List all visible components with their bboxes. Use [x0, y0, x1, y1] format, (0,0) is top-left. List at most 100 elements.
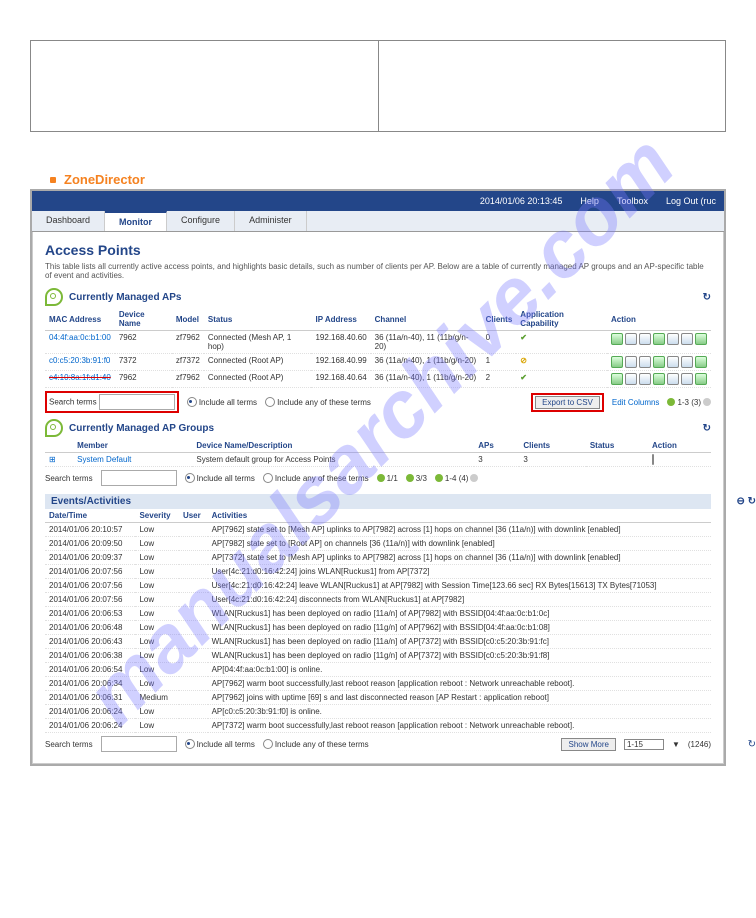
action-icon[interactable]	[681, 373, 693, 385]
aps-radio-all[interactable]: Include all terms	[187, 397, 257, 407]
action-icon[interactable]	[667, 356, 679, 368]
action-icon[interactable]	[625, 356, 637, 368]
refresh-icon[interactable]: ↻	[703, 292, 711, 303]
events-table: Date/TimeSeverityUserActivities 2014/01/…	[45, 509, 711, 733]
groups-radio-all[interactable]: Include all terms	[185, 473, 255, 483]
topbar-datetime: 2014/01/06 20:13:45	[480, 196, 563, 206]
groups-radio-any[interactable]: Include any of these terms	[263, 473, 369, 483]
capability-icon: ✔	[516, 371, 607, 388]
mac-link[interactable]: c0:c5:20:3b:91:f0	[45, 354, 115, 371]
refresh-icon[interactable]: ↻	[703, 423, 711, 434]
tab-configure[interactable]: Configure	[167, 211, 235, 231]
event-row: 2014/01/06 20:06:53LowWLAN[Ruckus1] has …	[45, 607, 711, 621]
table-row: c0:c5:20:3b:91:f07372zf7372Connected (Ro…	[45, 354, 711, 371]
page-title: Access Points	[45, 242, 711, 258]
search-box-highlight: Search terms	[45, 391, 179, 413]
capability-icon: ✔	[516, 331, 607, 354]
tab-administer[interactable]: Administer	[235, 211, 307, 231]
ap-icon	[45, 419, 63, 437]
action-icon[interactable]	[639, 333, 651, 345]
col-header[interactable]: Application Capability	[516, 308, 607, 331]
action-icon[interactable]	[695, 373, 707, 385]
page-description: This table lists all currently active ac…	[45, 262, 711, 280]
event-row: 2014/01/06 20:06:38LowWLAN[Ruckus1] has …	[45, 649, 711, 663]
event-row: 2014/01/06 20:09:37LowAP[7372] state set…	[45, 551, 711, 565]
col-header[interactable]: Action	[607, 308, 711, 331]
action-icon[interactable]	[625, 333, 637, 345]
event-row: 2014/01/06 20:07:56LowUser[4c:21:d0:16:4…	[45, 579, 711, 593]
refresh-icon[interactable]: ↻	[748, 739, 756, 750]
doc-header-table	[30, 40, 726, 132]
export-csv-button[interactable]: Export to CSV	[535, 396, 600, 409]
refresh-icon[interactable]: ⊖ ↻	[736, 496, 756, 507]
section-managed-aps: Currently Managed APs ↻	[45, 288, 711, 306]
export-csv-highlight: Export to CSV	[531, 393, 604, 412]
col-header[interactable]: Model	[172, 308, 204, 331]
action-icon[interactable]	[639, 356, 651, 368]
event-row: 2014/01/06 20:07:56LowUser[4c:21:d0:16:4…	[45, 593, 711, 607]
event-row: 2014/01/06 20:06:48LowWLAN[Ruckus1] has …	[45, 621, 711, 635]
action-icon[interactable]	[639, 373, 651, 385]
action-icon[interactable]	[667, 333, 679, 345]
action-icon[interactable]	[653, 356, 665, 368]
events-header: Events/Activities ⊖ ↻	[45, 494, 711, 509]
action-icon[interactable]	[695, 333, 707, 345]
event-row: 2014/01/06 20:06:24LowAP[7372] warm boot…	[45, 719, 711, 733]
aps-search-input[interactable]	[99, 394, 175, 410]
action-icon[interactable]	[681, 333, 693, 345]
col-header[interactable]: Channel	[371, 308, 482, 331]
aps-table: MAC AddressDevice NameModelStatusIP Addr…	[45, 308, 711, 388]
event-row: 2014/01/06 20:06:24LowAP[c0:c5:20:3b:91:…	[45, 705, 711, 719]
show-more-button[interactable]: Show More	[561, 738, 615, 751]
action-icon[interactable]	[653, 333, 665, 345]
brand-dot-icon	[50, 177, 56, 183]
member-link[interactable]: System Default	[73, 453, 192, 467]
event-row: 2014/01/06 20:10:57LowAP[7962] state set…	[45, 523, 711, 537]
action-icon[interactable]	[611, 373, 623, 385]
events-range-select[interactable]: 1-15	[624, 739, 664, 750]
mac-link[interactable]: c4:10:8a:1f:d1:40	[45, 371, 115, 388]
action-icon[interactable]	[695, 356, 707, 368]
table-row: 04:4f:aa:0c:b1:007962zf7962Connected (Me…	[45, 331, 711, 354]
events-search-input[interactable]	[101, 736, 177, 752]
col-header[interactable]: Clients	[482, 308, 517, 331]
col-header[interactable]: MAC Address	[45, 308, 115, 331]
event-row: 2014/01/06 20:09:50LowAP[7982] state set…	[45, 537, 711, 551]
tab-monitor[interactable]: Monitor	[105, 211, 167, 231]
edit-icon[interactable]	[652, 454, 654, 465]
expand-icon[interactable]: ⊞	[45, 453, 73, 467]
table-row: c4:10:8a:1f:d1:407962zf7962Connected (Ro…	[45, 371, 711, 388]
edit-columns-link[interactable]: Edit Columns	[612, 398, 660, 407]
events-radio-any[interactable]: Include any of these terms	[263, 739, 369, 749]
events-radio-all[interactable]: Include all terms	[185, 739, 255, 749]
action-icon[interactable]	[681, 356, 693, 368]
main-tabs: Dashboard Monitor Configure Administer	[32, 211, 724, 232]
action-icon[interactable]	[625, 373, 637, 385]
capability-icon: ⊘	[516, 354, 607, 371]
ap-icon	[45, 288, 63, 306]
event-row: 2014/01/06 20:06:54LowAP[04:4f:aa:0c:b1:…	[45, 663, 711, 677]
brand: ZoneDirector	[50, 172, 726, 187]
event-row: 2014/01/06 20:06:43LowWLAN[Ruckus1] has …	[45, 635, 711, 649]
tab-dashboard[interactable]: Dashboard	[32, 211, 105, 231]
groups-table: MemberDevice Name/DescriptionAPsClientsS…	[45, 439, 711, 467]
event-row: 2014/01/06 20:06:31MediumAP[7962] joins …	[45, 691, 711, 705]
section-ap-groups: Currently Managed AP Groups ↻	[45, 419, 711, 437]
col-header[interactable]: Device Name	[115, 308, 172, 331]
mac-link[interactable]: 04:4f:aa:0c:b1:00	[45, 331, 115, 354]
table-row: ⊞System DefaultSystem default group for …	[45, 453, 711, 467]
groups-search-input[interactable]	[101, 470, 177, 486]
event-row: 2014/01/06 20:07:56LowUser[4c:21:d0:16:4…	[45, 565, 711, 579]
col-header[interactable]: IP Address	[311, 308, 370, 331]
help-link[interactable]: Help	[580, 196, 599, 206]
action-icon[interactable]	[611, 356, 623, 368]
aps-radio-any[interactable]: Include any of these terms	[265, 397, 371, 407]
action-icon[interactable]	[653, 373, 665, 385]
action-icon[interactable]	[667, 373, 679, 385]
topbar: 2014/01/06 20:13:45 Help Toolbox Log Out…	[32, 191, 724, 211]
logout-link[interactable]: Log Out (ruc	[666, 196, 716, 206]
event-row: 2014/01/06 20:06:34LowAP[7962] warm boot…	[45, 677, 711, 691]
col-header[interactable]: Status	[204, 308, 312, 331]
toolbox-link[interactable]: Toolbox	[617, 196, 648, 206]
action-icon[interactable]	[611, 333, 623, 345]
